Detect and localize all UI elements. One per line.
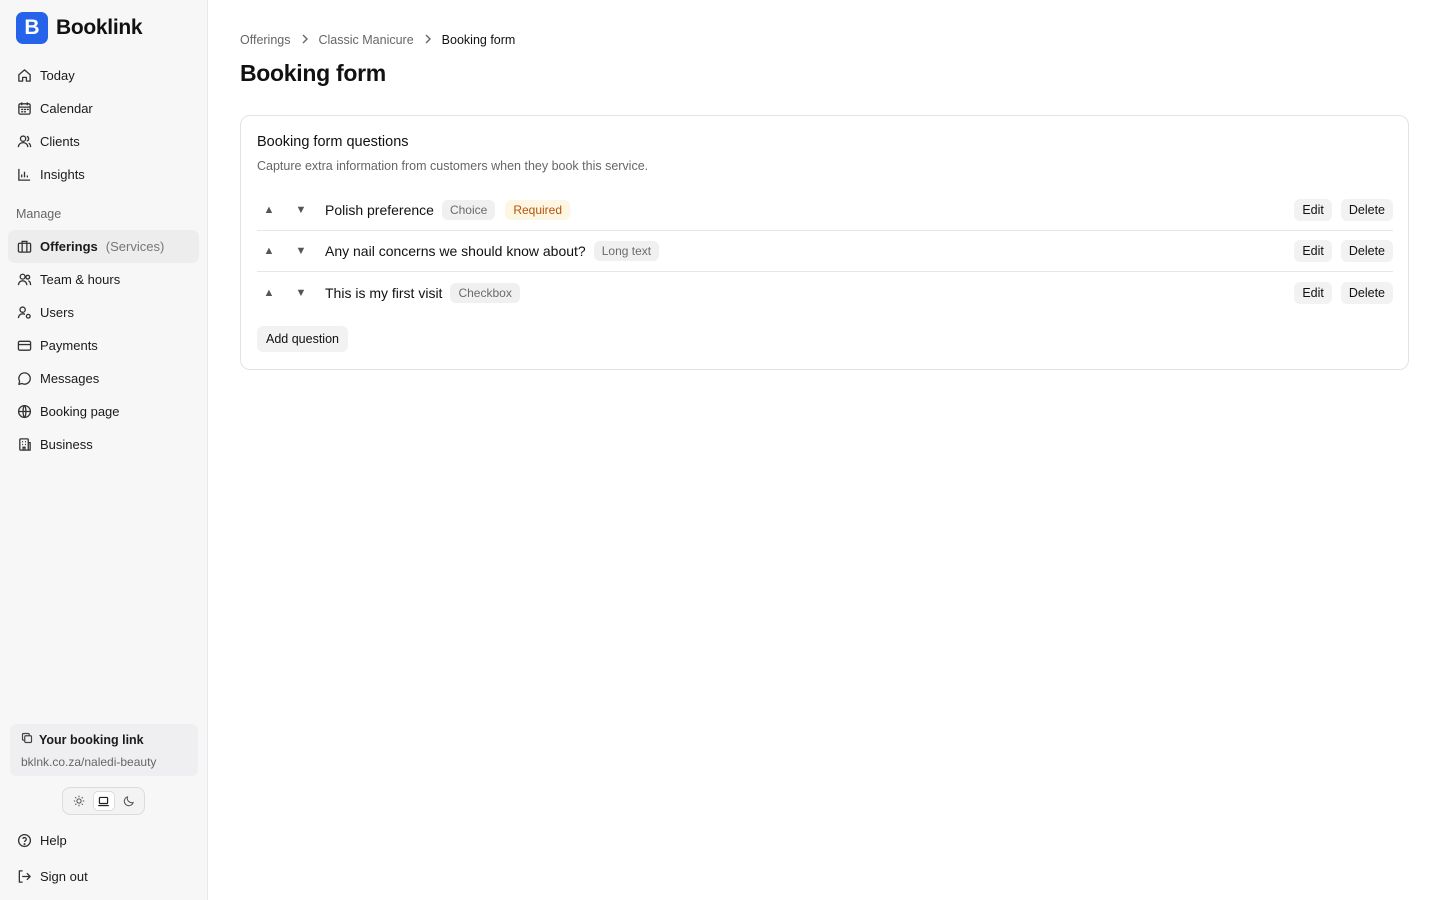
nav-item-payments[interactable]: Payments — [8, 329, 199, 362]
brand-logo: B — [16, 12, 48, 44]
nav-item-label: Booking page — [40, 404, 120, 419]
breadcrumb-classic-manicure[interactable]: Classic Manicure — [319, 33, 414, 47]
delete-question-button[interactable]: Delete — [1340, 240, 1393, 262]
question-list: ▲ ▼ Polish preference Choice Required Ed… — [257, 190, 1393, 313]
nav-item-label: Help — [40, 833, 67, 848]
move-up-icon[interactable]: ▲ — [261, 287, 277, 299]
question-row: ▲ ▼ This is my first visit Checkbox Edit… — [257, 272, 1393, 313]
theme-toggle — [62, 787, 145, 815]
nav-item-booking-page[interactable]: Booking page — [8, 395, 199, 428]
question-type-badge: Checkbox — [450, 282, 520, 303]
nav-item-label: Clients — [40, 134, 80, 149]
copy-icon[interactable] — [21, 732, 33, 747]
building-icon — [16, 437, 32, 453]
edit-question-button[interactable]: Edit — [1294, 281, 1332, 304]
system-theme-button[interactable] — [92, 791, 115, 811]
question-label: Any nail concerns we should know about? — [325, 243, 586, 259]
nav-item-calendar[interactable]: Calendar — [8, 92, 199, 125]
nav-item-messages[interactable]: Messages — [8, 362, 199, 395]
move-down-icon[interactable]: ▼ — [293, 287, 309, 299]
sign-out-icon — [16, 869, 32, 885]
breadcrumb-offerings[interactable]: Offerings — [240, 33, 291, 47]
question-label: Polish preference — [325, 202, 434, 218]
edit-question-button[interactable]: Edit — [1294, 240, 1332, 262]
chevron-right-icon — [424, 34, 432, 47]
dark-theme-button[interactable] — [118, 791, 140, 811]
globe-icon — [16, 404, 32, 420]
booking-form-card: Booking form questions Capture extra inf… — [240, 115, 1409, 370]
nav-item-help[interactable]: Help — [8, 823, 199, 858]
brand[interactable]: B Booklink — [16, 12, 143, 44]
delete-question-button[interactable]: Delete — [1340, 281, 1393, 304]
breadcrumb: Offerings Classic Manicure Booking form — [240, 33, 515, 47]
move-up-icon[interactable]: ▲ — [261, 204, 277, 216]
booking-link-url: bklnk.co.za/naledi-beauty — [21, 755, 157, 769]
card-description: Capture extra information from customers… — [257, 159, 649, 173]
nav-item-label: Calendar — [40, 101, 93, 116]
required-badge: Required — [505, 200, 571, 220]
sidebar: B Booklink Today Calendar Clients Insigh… — [0, 0, 208, 900]
nav-item-team-hours[interactable]: Team & hours — [8, 263, 199, 296]
breadcrumb-current: Booking form — [441, 33, 516, 47]
nav-item-sign-out[interactable]: Sign out — [8, 859, 199, 894]
nav-item-label: Today — [40, 68, 75, 83]
question-type-badge: Choice — [441, 200, 496, 220]
nav-item-label: Sign out — [40, 869, 88, 884]
question-label: This is my first visit — [325, 284, 443, 301]
users-icon — [16, 134, 32, 150]
moon-icon — [123, 796, 134, 807]
nav-item-label: Team & hours — [40, 272, 121, 287]
nav-item-insights[interactable]: Insights — [8, 158, 199, 191]
nav-item-label: Payments — [40, 338, 98, 353]
primary-nav: Today Calendar Clients Insights — [8, 59, 199, 191]
nav-item-label: Users — [40, 305, 74, 320]
edit-question-button[interactable]: Edit — [1294, 199, 1332, 221]
nav-item-label: Insights — [40, 167, 85, 182]
manage-section-label: Manage — [16, 207, 62, 221]
sun-icon — [73, 795, 84, 807]
bottom-nav: Help Sign out — [8, 823, 199, 894]
light-theme-button[interactable] — [68, 791, 90, 811]
nav-item-users[interactable]: Users — [8, 296, 199, 329]
delete-question-button[interactable]: Delete — [1340, 199, 1393, 221]
nav-item-label: Business — [40, 437, 93, 452]
question-row: ▲ ▼ Any nail concerns we should know abo… — [257, 231, 1393, 272]
laptop-icon — [98, 796, 109, 806]
move-down-icon[interactable]: ▼ — [293, 245, 309, 257]
home-icon — [16, 68, 32, 84]
add-question-button[interactable]: Add question — [257, 326, 348, 352]
manage-nav: Offerings (Services) Team & hours Users … — [8, 230, 199, 461]
move-down-icon[interactable]: ▼ — [293, 204, 309, 216]
nav-item-today[interactable]: Today — [8, 59, 199, 92]
user-gear-icon — [16, 305, 32, 321]
brand-name: Booklink — [56, 16, 143, 39]
move-up-icon[interactable]: ▲ — [261, 245, 277, 257]
nav-item-offerings[interactable]: Offerings (Services) — [8, 230, 199, 263]
chevron-right-icon — [301, 34, 309, 47]
team-icon — [16, 272, 32, 288]
booking-link-card[interactable]: Your booking link bklnk.co.za/naledi-bea… — [10, 724, 198, 776]
calendar-icon — [16, 101, 32, 117]
question-type-badge: Long text — [593, 241, 660, 261]
briefcase-icon — [16, 239, 32, 255]
page-title: Booking form — [240, 60, 386, 86]
nav-item-sublabel: (Services) — [105, 239, 165, 254]
booking-link-title: Your booking link — [39, 732, 144, 747]
chart-icon — [16, 167, 32, 183]
nav-item-clients[interactable]: Clients — [8, 125, 199, 158]
help-icon — [16, 833, 32, 849]
nav-item-business[interactable]: Business — [8, 428, 199, 461]
message-icon — [16, 371, 32, 387]
question-row: ▲ ▼ Polish preference Choice Required Ed… — [257, 190, 1393, 231]
credit-card-icon — [16, 338, 32, 354]
nav-item-label: Messages — [40, 371, 100, 386]
nav-item-label: Offerings — [40, 239, 98, 254]
card-title: Booking form questions — [257, 134, 409, 150]
